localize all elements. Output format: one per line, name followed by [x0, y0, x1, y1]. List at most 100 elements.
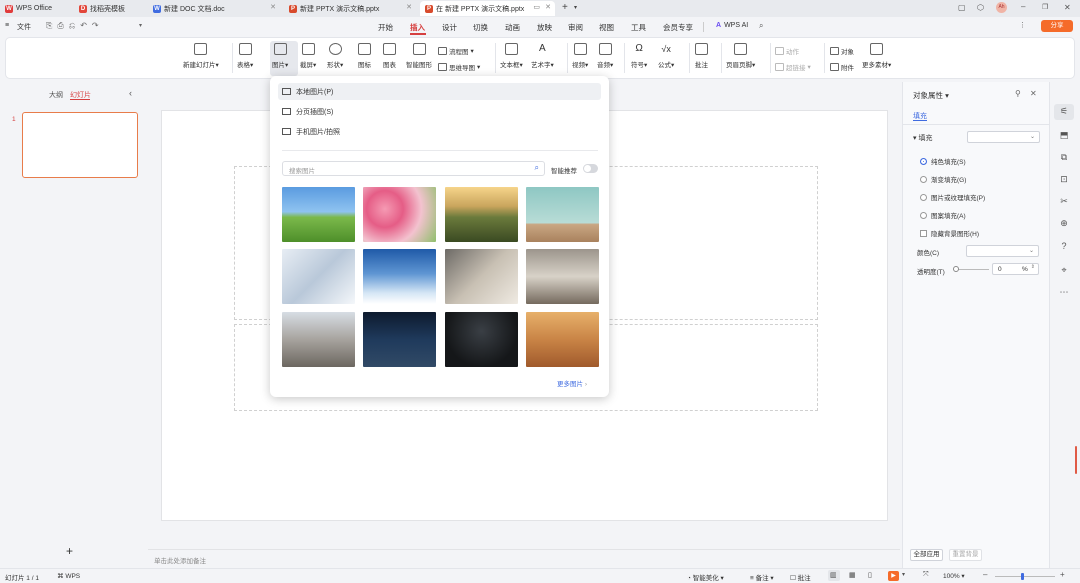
- radio[interactable]: [920, 193, 927, 201]
- menu-animation[interactable]: 动画: [505, 22, 520, 33]
- zoom-level[interactable]: 100% ▾: [943, 572, 965, 580]
- tab-outline[interactable]: 大纲: [49, 90, 63, 100]
- new-tab-icon[interactable]: +: [562, 2, 568, 13]
- textbox-button[interactable]: 文本框▾: [500, 43, 523, 69]
- zoom-in-icon[interactable]: +: [1060, 570, 1065, 579]
- action-button[interactable]: 动作: [775, 46, 799, 56]
- picture-button[interactable]: 图片▾: [272, 43, 288, 69]
- thumbnail-horse[interactable]: [526, 312, 599, 367]
- header-footer-button[interactable]: 页眉页脚▾: [726, 43, 755, 69]
- gradient-fill-option[interactable]: 渐变填充(G): [920, 174, 966, 184]
- thumbnail-office-night[interactable]: [363, 312, 436, 367]
- share-button[interactable]: 分享: [1041, 20, 1073, 32]
- menu-design[interactable]: 设计: [442, 22, 457, 33]
- close-icon[interactable]: ✕: [1030, 89, 1037, 98]
- search-icon[interactable]: ⌕: [535, 163, 539, 173]
- zoom-slider-handle[interactable]: [1021, 573, 1024, 580]
- close-icon[interactable]: ✕: [406, 3, 412, 11]
- menu-member[interactable]: 会员专享: [663, 22, 693, 33]
- radio-selected[interactable]: [920, 157, 927, 165]
- radio[interactable]: [920, 175, 927, 183]
- mindmap-button[interactable]: 思维导图 ▾: [438, 62, 480, 72]
- phone-picture-item[interactable]: 手机图片/拍照: [278, 123, 340, 140]
- thumbnail-tree-field[interactable]: [282, 187, 355, 242]
- theme-indicator[interactable]: ⌘ WPS: [57, 572, 80, 580]
- thumbnail-sunset-field[interactable]: [445, 187, 518, 242]
- zoom-slider[interactable]: [995, 576, 1055, 577]
- image-search-input[interactable]: 搜索图片 ⌕: [282, 161, 545, 176]
- image-icon[interactable]: ⊡: [1058, 174, 1070, 185]
- copy-icon[interactable]: ⧉: [1058, 152, 1070, 163]
- screenshot-button[interactable]: 截屏▾: [300, 43, 316, 69]
- apply-all-button[interactable]: 全部应用: [910, 549, 943, 561]
- minimize-icon[interactable]: –: [1021, 2, 1025, 11]
- shape-button[interactable]: 形状▾: [327, 43, 343, 69]
- add-slide-icon[interactable]: +: [66, 544, 73, 558]
- menu-transition[interactable]: 切换: [473, 22, 488, 33]
- tab-pptx[interactable]: P 新建 PPTX 演示文稿.pptx ✕: [284, 1, 416, 16]
- monitor-icon[interactable]: ▭: [533, 3, 540, 11]
- slider-handle[interactable]: [953, 266, 959, 272]
- chevron-down-icon[interactable]: ▾: [902, 571, 905, 578]
- icon-button[interactable]: 图标: [358, 43, 371, 69]
- chart-button[interactable]: 图表: [383, 43, 396, 69]
- smart-recommend-toggle[interactable]: [583, 164, 598, 173]
- symbol-button[interactable]: Ω 符号▾: [631, 43, 647, 69]
- accessibility-icon[interactable]: ⊕: [1058, 218, 1070, 229]
- tab-doc[interactable]: W 新建 DOC 文档.doc ✕: [148, 1, 280, 16]
- transparency-input[interactable]: 0 % ⇕: [992, 263, 1039, 275]
- stepper-icon[interactable]: ⇕: [1031, 264, 1035, 270]
- file-menu[interactable]: 文件: [17, 22, 31, 32]
- color-dropdown[interactable]: ⌄: [966, 245, 1039, 257]
- fill-dropdown[interactable]: ⌄: [967, 131, 1040, 143]
- smartart-button[interactable]: 智能图形: [406, 43, 432, 69]
- avatar[interactable]: Ah: [996, 2, 1007, 13]
- table-button[interactable]: 表格▾: [237, 43, 253, 69]
- tab-pptx-active[interactable]: P 在 新建 PPTX 演示文稿.pptx ▭ ✕: [420, 1, 555, 16]
- pin-icon[interactable]: ⚲: [1015, 89, 1021, 98]
- help-icon[interactable]: ?: [1058, 241, 1070, 252]
- zoom-out-icon[interactable]: –: [983, 570, 987, 579]
- comment-button[interactable]: 批注: [695, 43, 708, 69]
- transparency-slider[interactable]: [955, 269, 989, 270]
- menu-view[interactable]: 视图: [599, 22, 614, 33]
- thumbnail-teal-wall[interactable]: [526, 187, 599, 242]
- hyperlink-button[interactable]: 超链接 ▾: [775, 62, 811, 72]
- menu-slideshow[interactable]: 放映: [537, 22, 552, 33]
- close-window-icon[interactable]: ✕: [1064, 3, 1071, 12]
- cube-icon[interactable]: ⬡: [977, 3, 984, 12]
- reading-view-icon[interactable]: ▯: [868, 571, 872, 579]
- notes-toggle[interactable]: ≡ 备注 ▾: [750, 572, 774, 582]
- notes-area[interactable]: 单击此处添加备注: [148, 549, 900, 568]
- tab-wps-office[interactable]: W WPS Office: [0, 1, 70, 16]
- fit-icon[interactable]: ⤧: [923, 571, 929, 579]
- picture-fill-option[interactable]: 图片或纹理填充(P): [920, 192, 985, 202]
- hide-bg-option[interactable]: 隐藏背景图形(H): [920, 228, 979, 238]
- menu-insert[interactable]: 插入: [410, 22, 425, 33]
- more-icon[interactable]: ⋮: [1019, 21, 1026, 29]
- thumbnail-celebration-hands[interactable]: [282, 312, 355, 367]
- menu-start[interactable]: 开始: [378, 22, 393, 33]
- sorter-view-icon[interactable]: ▦: [849, 571, 856, 579]
- window-icon[interactable]: ▢: [958, 3, 966, 12]
- pattern-fill-option[interactable]: 图案填充(A): [920, 210, 966, 220]
- slide-thumbnail[interactable]: [22, 112, 138, 178]
- close-icon[interactable]: ✕: [270, 3, 276, 11]
- properties-icon[interactable]: ⚟: [1058, 106, 1070, 117]
- thumbnail-airplane[interactable]: [363, 249, 436, 304]
- tools-icon[interactable]: ✂: [1058, 196, 1070, 207]
- more-icon[interactable]: ⋯: [1058, 287, 1070, 298]
- search-icon[interactable]: ⌕: [759, 21, 763, 31]
- flowchart-button[interactable]: 流程图 ▾: [438, 46, 474, 56]
- scroll-indicator[interactable]: [1075, 446, 1077, 474]
- chevron-down-icon[interactable]: ▾: [574, 4, 577, 11]
- play-icon[interactable]: ▶: [888, 571, 899, 581]
- menu-review[interactable]: 审阅: [568, 22, 583, 33]
- wordart-button[interactable]: A 艺术字▾: [531, 43, 554, 69]
- restore-icon[interactable]: ❐: [1042, 3, 1048, 11]
- attachment-button[interactable]: 附件: [830, 62, 854, 72]
- tab-docer[interactable]: D 找稻壳模板: [74, 1, 144, 16]
- menu-tools[interactable]: 工具: [631, 22, 646, 33]
- close-icon[interactable]: ✕: [545, 3, 551, 11]
- thumbnail-business-handshake[interactable]: [445, 249, 518, 304]
